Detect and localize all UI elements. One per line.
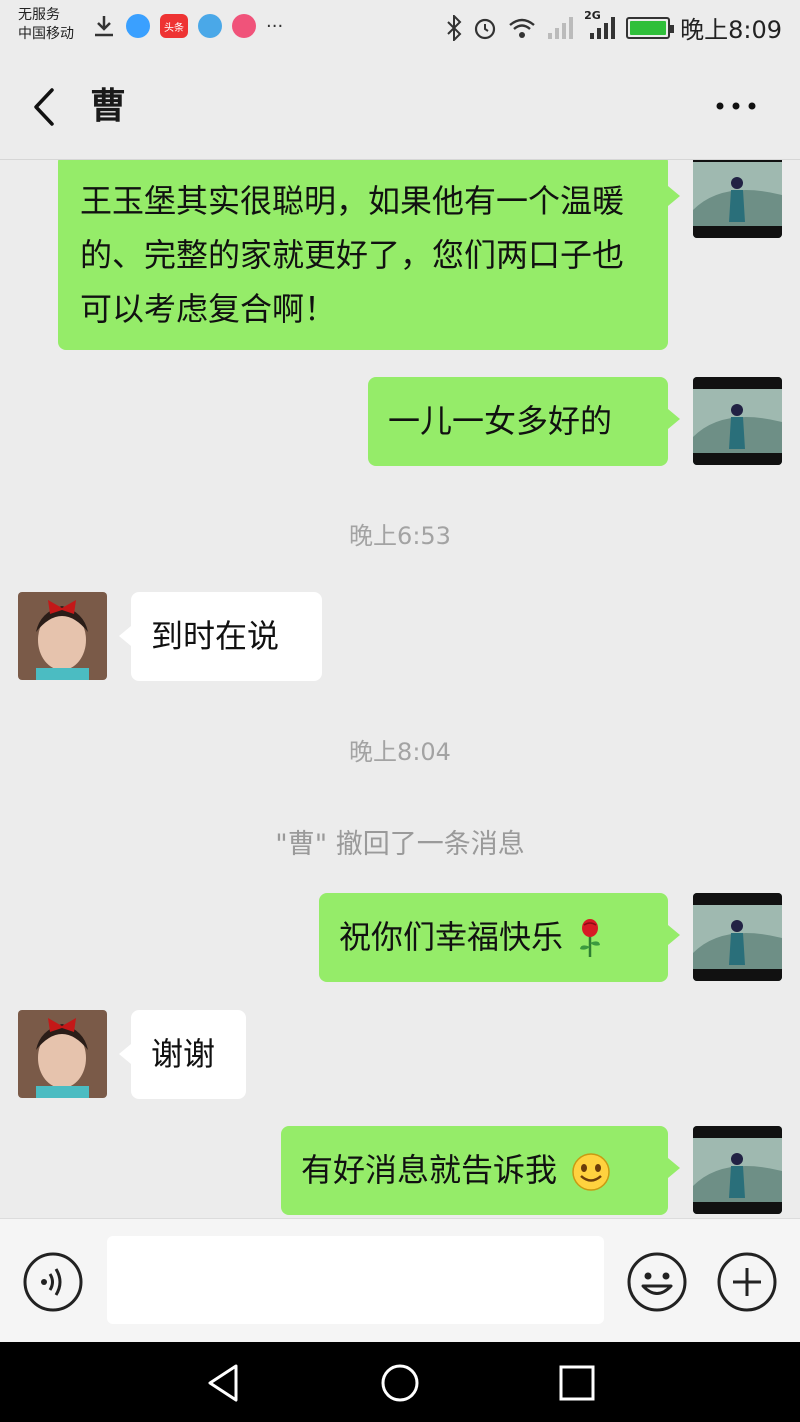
- chat-area[interactable]: 王玉堡其实很聪明，如果他有一个温暖的、完整的家就更好了，您们两口子也可以考虑复合…: [0, 160, 800, 1218]
- chat-title: 曹: [90, 86, 127, 127]
- more-notifications-dots: ···: [266, 15, 284, 37]
- outgoing-message-bubble[interactable]: 祝你们幸福快乐: [319, 893, 680, 982]
- contact-avatar[interactable]: [18, 592, 107, 680]
- outgoing-message-bubble[interactable]: 王玉堡其实很聪明，如果他有一个温暖的、完整的家就更好了，您们两口子也可以考虑复合…: [58, 160, 680, 350]
- avatar-image-icon: [693, 893, 782, 981]
- avatar-image-icon: [693, 377, 782, 465]
- voice-input-button[interactable]: [22, 1251, 84, 1313]
- smile-emoji-icon: [572, 1153, 610, 1191]
- signal-icon: [590, 16, 616, 39]
- nav-recent-button[interactable]: [556, 1362, 598, 1404]
- contact-avatar[interactable]: [18, 1010, 107, 1098]
- carrier-info: 无服务 中国移动: [18, 6, 74, 44]
- outgoing-message-bubble[interactable]: 有好消息就告诉我: [281, 1126, 680, 1215]
- message-text: 王玉堡其实很聪明，如果他有一个温暖的、完整的家就更好了，您们两口子也可以考虑复合…: [80, 182, 625, 328]
- input-bar: [0, 1218, 800, 1342]
- toutiao-icon: 头条: [160, 14, 188, 38]
- nav-home-button[interactable]: [379, 1362, 421, 1404]
- message-text: 一儿一女多好的: [388, 402, 613, 440]
- square-recent-icon: [559, 1365, 595, 1401]
- carrier-line-2: 中国移动: [18, 26, 74, 42]
- download-icon: [95, 16, 113, 37]
- signal-empty-icon: [548, 16, 574, 39]
- smiley-icon: [627, 1252, 687, 1312]
- avatar-image-icon: [18, 592, 107, 680]
- timestamp: 晚上6:53: [349, 522, 451, 550]
- rose-emoji-icon: [580, 919, 601, 957]
- system-nav-bar: [0, 1342, 800, 1422]
- wifi-icon: [509, 18, 535, 38]
- triangle-back-icon: [208, 1364, 238, 1402]
- voice-icon: [23, 1252, 83, 1312]
- status-time: 晚上8:09: [680, 16, 782, 44]
- qq-browser-icon: [126, 14, 150, 38]
- timestamp: 晚上8:04: [349, 738, 451, 766]
- music-icon: [232, 14, 256, 38]
- plus-icon: [717, 1252, 777, 1312]
- signal-2g: 2G: [584, 9, 616, 41]
- message-input[interactable]: [107, 1236, 604, 1324]
- status-bar: 无服务 中国移动 头条 ··· 2G 晚上8:09: [0, 0, 800, 56]
- my-avatar[interactable]: [693, 160, 782, 238]
- avatar-image-icon: [693, 1126, 782, 1214]
- emoji-button[interactable]: [626, 1251, 688, 1313]
- message-text: 到时在说: [151, 617, 280, 655]
- incoming-message-bubble[interactable]: 谢谢: [119, 1010, 246, 1099]
- nav-back-button[interactable]: [202, 1362, 244, 1404]
- chevron-left-icon: [34, 88, 54, 126]
- avatar-image-icon: [18, 1010, 107, 1098]
- more-dots-icon: [716, 102, 756, 110]
- more-functions-button[interactable]: [716, 1251, 778, 1313]
- toutiao-label: 头条: [164, 22, 184, 34]
- message-text: 祝你们幸福快乐: [339, 918, 564, 956]
- message-text: 有好消息就告诉我: [301, 1151, 558, 1189]
- back-button[interactable]: [24, 84, 64, 130]
- my-avatar[interactable]: [693, 893, 782, 981]
- recall-notice: "曹" 撤回了一条消息: [275, 829, 525, 860]
- my-avatar[interactable]: [693, 377, 782, 465]
- browser-icon: [198, 14, 222, 38]
- alarm-icon: [474, 18, 496, 39]
- more-options-button[interactable]: [712, 86, 760, 126]
- incoming-message-bubble[interactable]: 到时在说: [119, 592, 322, 681]
- carrier-line-1: 无服务: [18, 7, 60, 23]
- chat-header: 曹: [0, 56, 800, 160]
- battery-level: [630, 20, 667, 35]
- my-avatar[interactable]: [693, 1126, 782, 1214]
- circle-home-icon: [381, 1364, 419, 1402]
- outgoing-message-bubble[interactable]: 一儿一女多好的: [368, 377, 680, 466]
- system-status: 2G 晚上8:09: [446, 9, 782, 45]
- avatar-image-icon: [693, 160, 782, 238]
- bluetooth-icon: [447, 14, 462, 41]
- notification-icons: 头条 ···: [92, 14, 283, 38]
- message-text: 谢谢: [151, 1035, 216, 1073]
- battery-icon: [626, 16, 675, 39]
